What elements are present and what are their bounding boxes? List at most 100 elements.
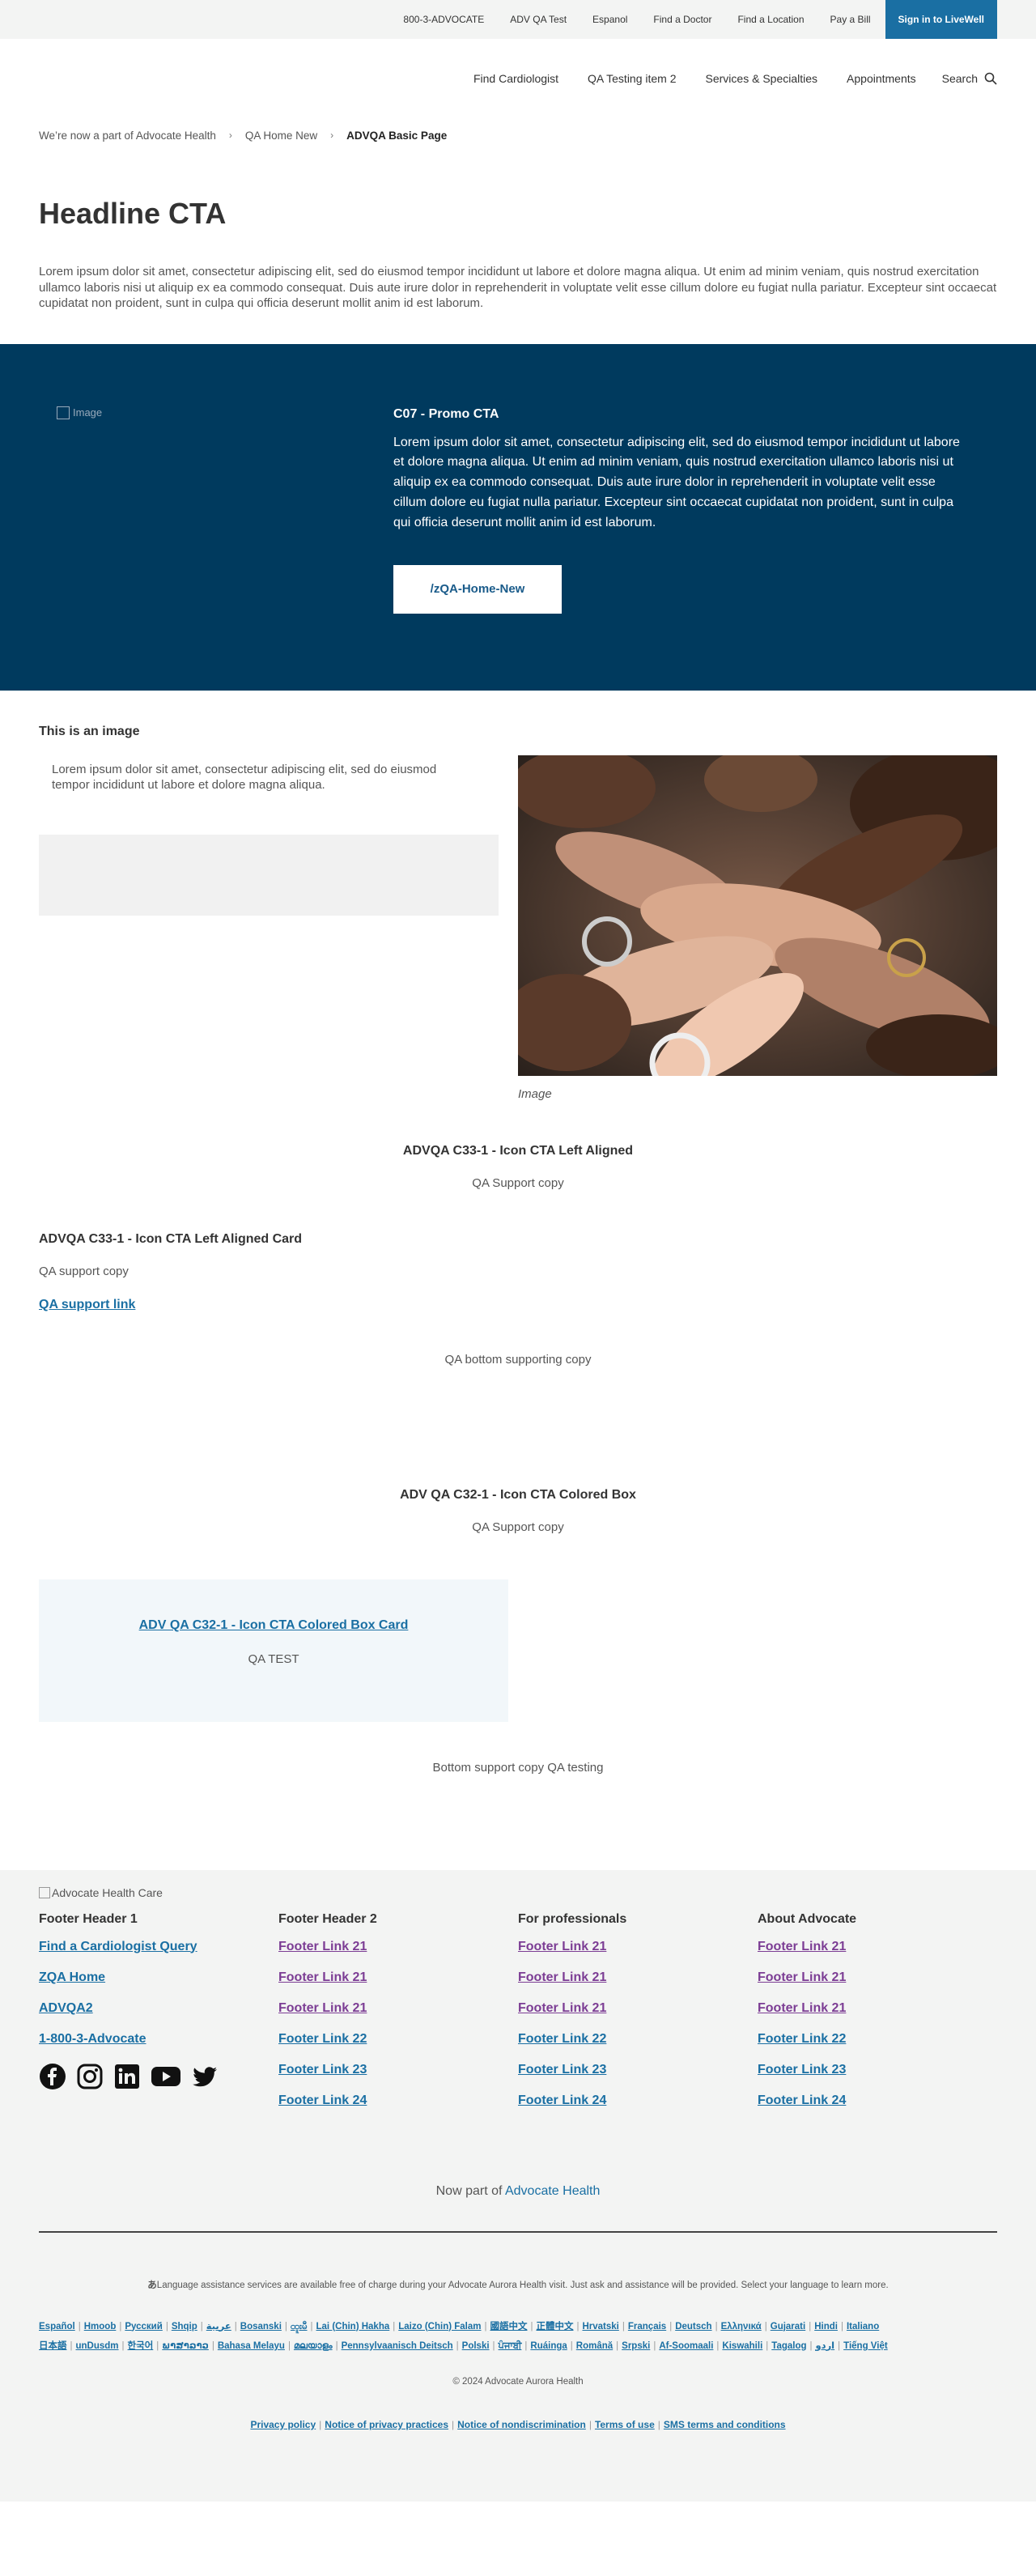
footer-column-header: For professionals: [518, 1911, 627, 1926]
footer-link[interactable]: Footer Link 21: [278, 1940, 518, 1954]
separator: |: [588, 2418, 592, 2430]
language-link[interactable]: Français: [628, 2322, 666, 2332]
utility-link-find-doctor[interactable]: Find a Doctor: [653, 14, 711, 25]
separator: |: [200, 2321, 203, 2332]
language-link[interactable]: Ελληνικά: [721, 2322, 762, 2332]
separator: |: [766, 2340, 769, 2351]
footer-link[interactable]: Footer Link 24: [518, 2094, 758, 2108]
utility-link-find-location[interactable]: Find a Location: [737, 14, 804, 25]
footer-link[interactable]: Footer Link 21: [758, 2001, 997, 2016]
footer-link[interactable]: ADVQA2: [39, 2001, 278, 2016]
language-link[interactable]: Srpski: [622, 2341, 650, 2351]
footer-link[interactable]: Find a Cardiologist Query: [39, 1940, 278, 1954]
language-link[interactable]: മലയാളം: [294, 2341, 333, 2351]
language-link[interactable]: Polski: [462, 2341, 490, 2351]
nav-item-services[interactable]: Services & Specialties: [706, 72, 818, 85]
language-link[interactable]: Hrvatski: [582, 2322, 618, 2332]
legal-link[interactable]: SMS terms and conditions: [664, 2419, 786, 2430]
language-link[interactable]: Română: [576, 2341, 613, 2351]
footer-link[interactable]: Footer Link 24: [758, 2094, 997, 2108]
utility-link-adv-qa-test[interactable]: ADV QA Test: [510, 14, 567, 25]
language-link[interactable]: Shqip: [172, 2322, 197, 2332]
footer-link[interactable]: Footer Link 21: [278, 1970, 518, 1985]
breadcrumb-item-advocate[interactable]: We’re now a part of Advocate Health: [39, 130, 216, 142]
footer-link[interactable]: Footer Link 21: [278, 2001, 518, 2016]
language-link[interactable]: Italiano: [847, 2322, 879, 2332]
language-link[interactable]: Hindi: [814, 2322, 838, 2332]
legal-link[interactable]: Notice of nondiscrimination: [457, 2419, 586, 2430]
language-link[interactable]: Laizo (Chin) Falam: [398, 2322, 481, 2332]
footer-link[interactable]: Footer Link 22: [758, 2032, 997, 2047]
promo-text: Lorem ipsum dolor sit amet, consectetur …: [393, 435, 960, 529]
footer-link[interactable]: Footer Link 24: [278, 2094, 518, 2108]
language-link[interactable]: Kiswahili: [722, 2341, 762, 2351]
linkedin-icon[interactable]: [113, 2063, 141, 2090]
language-link[interactable]: 正體中文: [536, 2322, 573, 2332]
language-link[interactable]: عربية: [206, 2322, 231, 2332]
c32-box-link[interactable]: ADV QA C32-1 - Icon CTA Colored Box Card: [139, 1618, 409, 1632]
language-link[interactable]: ਪੰਜਾਬੀ: [499, 2341, 522, 2351]
utility-link-espanol[interactable]: Espanol: [592, 14, 627, 25]
advocate-health-link[interactable]: Advocate Health: [505, 2184, 600, 2198]
separator: |: [119, 2321, 122, 2332]
youtube-icon[interactable]: [151, 2063, 181, 2090]
language-assistance-note: あLanguage assistance services are availa…: [39, 2278, 997, 2291]
language-link[interactable]: Lai (Chin) Hakha: [316, 2322, 390, 2332]
twitter-icon[interactable]: [191, 2063, 219, 2090]
language-link[interactable]: Ruáinga: [530, 2341, 567, 2351]
language-link[interactable]: Bahasa Melayu: [218, 2341, 285, 2351]
language-link[interactable]: Tiếng Việt: [843, 2341, 888, 2351]
language-link[interactable]: Tagalog: [771, 2341, 806, 2351]
footer-link[interactable]: ZQA Home: [39, 1970, 278, 1985]
hands-photo: [518, 755, 997, 1076]
footer-link[interactable]: Footer Link 23: [758, 2063, 997, 2077]
language-link[interactable]: 한국어: [128, 2341, 154, 2351]
nav-item-find-cardiologist[interactable]: Find Cardiologist: [473, 72, 558, 85]
legal-link[interactable]: Terms of use: [595, 2419, 655, 2430]
language-link[interactable]: Hmoob: [84, 2322, 117, 2332]
c33-support: QA Support copy: [472, 1175, 564, 1190]
language-link[interactable]: Gujarati: [771, 2322, 805, 2332]
footer-link[interactable]: Footer Link 21: [758, 1940, 997, 1954]
footer-link[interactable]: Footer Link 21: [518, 2001, 758, 2016]
language-link[interactable]: unDusdm: [76, 2341, 119, 2351]
utility-link-phone[interactable]: 800-3-ADVOCATE: [403, 14, 484, 25]
language-row-2: 日本語 | unDusdm | 한국어 | ພາສາລາວ | Bahasa Melayu | മല…: [39, 2336, 997, 2356]
language-link[interactable]: ພາສາລາວ: [162, 2341, 209, 2351]
footer-link[interactable]: 1-800-3-Advocate: [39, 2032, 278, 2047]
nav-item-qa-testing[interactable]: QA Testing item 2: [588, 72, 676, 85]
separator: |: [319, 2418, 322, 2430]
footer-link[interactable]: Footer Link 21: [518, 1940, 758, 1954]
footer-link[interactable]: Footer Link 21: [518, 1970, 758, 1985]
language-link[interactable]: Deutsch: [675, 2322, 711, 2332]
legal-link[interactable]: Notice of privacy practices: [325, 2419, 448, 2430]
language-note-text: Language assistance services are availab…: [156, 2280, 889, 2290]
footer-column-1: Footer Header 1 Find a Cardiologist Quer…: [39, 1912, 278, 2124]
language-link[interactable]: 日本語: [39, 2341, 67, 2351]
footer-link[interactable]: Footer Link 23: [278, 2063, 518, 2077]
promo-button[interactable]: /zQA-Home-New: [393, 565, 562, 614]
language-link[interactable]: Pennsylvaanisch Deitsch: [342, 2341, 453, 2351]
nav-item-appointments[interactable]: Appointments: [847, 72, 916, 85]
footer-logo[interactable]: Advocate Health Care: [39, 1886, 997, 1899]
instagram-icon[interactable]: [76, 2063, 104, 2090]
footer-link[interactable]: Footer Link 23: [518, 2063, 758, 2077]
legal-link[interactable]: Privacy policy: [250, 2419, 316, 2430]
language-link[interactable]: اردو: [816, 2341, 835, 2351]
c33-card-link[interactable]: QA support link: [39, 1298, 135, 1312]
search-button[interactable]: Search: [942, 72, 997, 85]
livewell-signin-button[interactable]: Sign in to LiveWell: [885, 0, 997, 39]
separator: |: [121, 2340, 125, 2351]
language-link[interactable]: Español: [39, 2322, 75, 2332]
language-link[interactable]: Af-Soomaali: [659, 2341, 713, 2351]
footer-link[interactable]: Footer Link 21: [758, 1970, 997, 1985]
language-link[interactable]: ထူးမီ: [291, 2322, 308, 2332]
footer-link[interactable]: Footer Link 22: [518, 2032, 758, 2047]
facebook-icon[interactable]: [39, 2063, 66, 2090]
language-link[interactable]: Русский: [125, 2322, 162, 2332]
footer-link[interactable]: Footer Link 22: [278, 2032, 518, 2047]
language-link[interactable]: Bosanski: [240, 2322, 282, 2332]
breadcrumb-item-qa-home[interactable]: QA Home New: [245, 130, 317, 142]
language-link[interactable]: 國語中文: [490, 2322, 527, 2332]
utility-link-pay-bill[interactable]: Pay a Bill: [830, 14, 871, 25]
